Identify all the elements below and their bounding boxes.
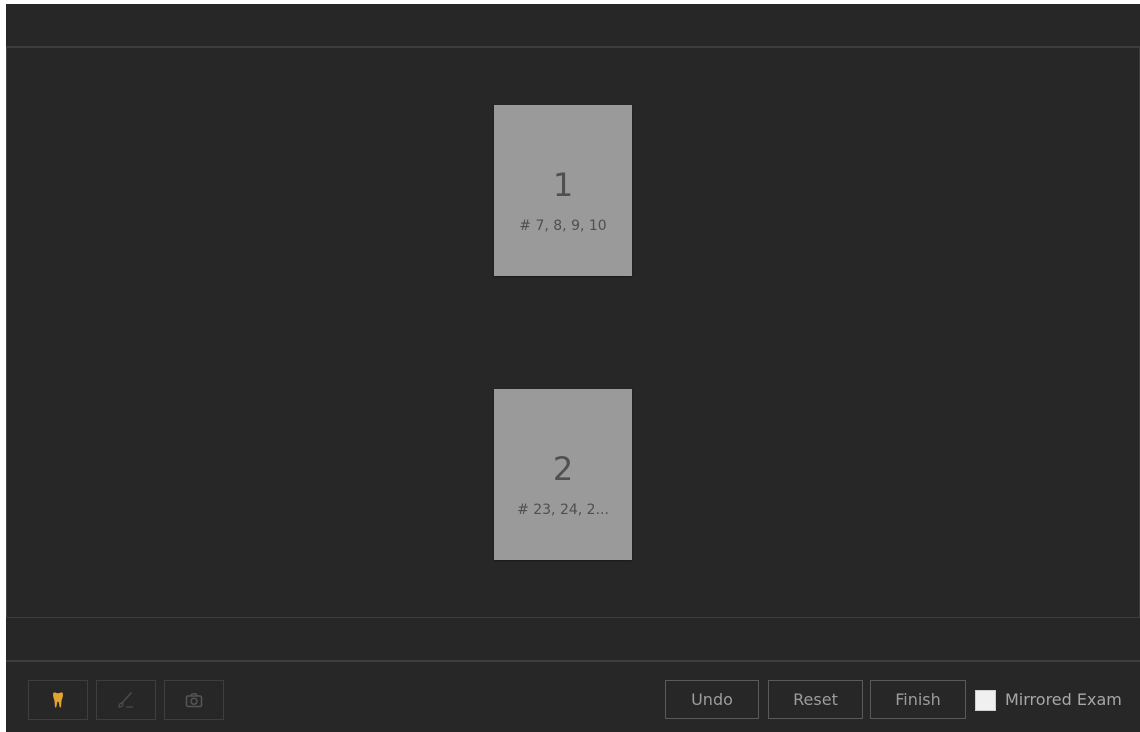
- app-window: 1 # 7, 8, 9, 10 2 # 23, 24, 2... Undo Re…: [6, 4, 1140, 732]
- exam-card-teeth: # 23, 24, 2...: [517, 502, 609, 518]
- status-bar: [6, 618, 1140, 660]
- camera-tool-button[interactable]: [164, 680, 224, 720]
- brush-tool-button[interactable]: [96, 680, 156, 720]
- finish-button[interactable]: Finish: [870, 680, 966, 719]
- exam-card-number: 2: [552, 450, 574, 488]
- mirrored-exam-label[interactable]: Mirrored Exam: [1005, 689, 1122, 711]
- exam-card-number: 1: [552, 166, 574, 204]
- camera-icon: [185, 692, 203, 708]
- divider: [6, 660, 1140, 662]
- tooth-icon: [52, 692, 64, 708]
- mirrored-exam-checkbox[interactable]: [975, 690, 996, 711]
- exam-card-2[interactable]: 2 # 23, 24, 2...: [494, 389, 632, 560]
- exam-card-1[interactable]: 1 # 7, 8, 9, 10: [494, 105, 632, 276]
- top-bar: [6, 4, 1140, 46]
- reset-button[interactable]: Reset: [768, 680, 863, 719]
- exam-card-teeth: # 7, 8, 9, 10: [519, 218, 607, 234]
- undo-button[interactable]: Undo: [665, 680, 759, 719]
- brush-icon: [117, 691, 135, 709]
- tooth-tool-button[interactable]: [28, 680, 88, 720]
- divider: [6, 46, 1140, 48]
